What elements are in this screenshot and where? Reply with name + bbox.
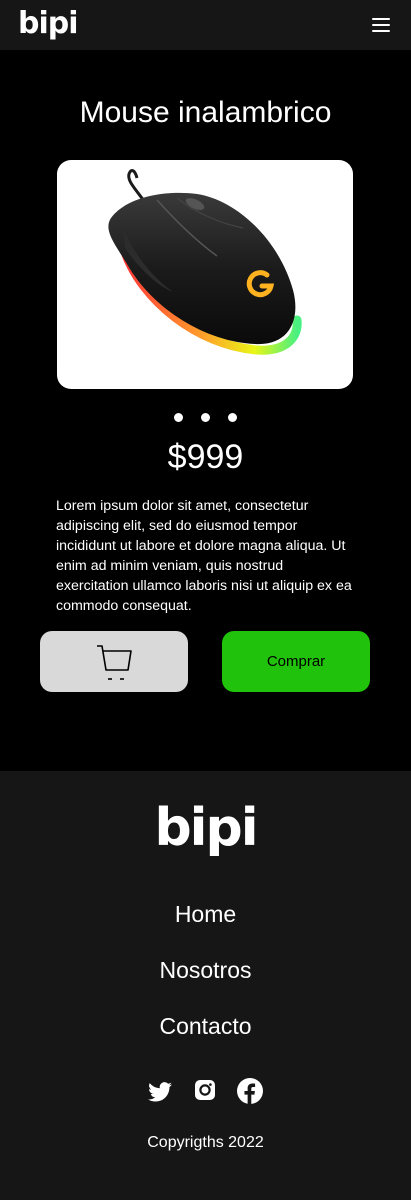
buy-button[interactable]: Comprar (222, 631, 370, 692)
footer-link-nosotros[interactable]: Nosotros (0, 955, 411, 985)
product-description: Lorem ipsum dolor sit amet, consectetur … (56, 498, 352, 614)
carousel-dot[interactable] (174, 413, 183, 422)
instagram-icon[interactable] (193, 1078, 219, 1104)
footer-link-home[interactable]: Home (0, 899, 411, 929)
product-title: Mouse inalambrico (79, 96, 332, 129)
add-to-cart-button[interactable] (40, 631, 188, 692)
facebook-icon[interactable] (237, 1078, 263, 1104)
gaming-mouse-image (108, 169, 302, 355)
footer-logo: bipi (154, 798, 258, 858)
product-price: $999 (167, 438, 244, 476)
footer: bipi Home Nosotros Contacto Copyrigths 2… (0, 771, 411, 1200)
carousel-dot[interactable] (228, 413, 237, 422)
image-carousel-dots (0, 413, 411, 422)
twitter-icon[interactable] (147, 1079, 173, 1105)
top-nav-bar: bipi (0, 0, 411, 50)
hamburger-menu-icon[interactable] (371, 15, 391, 35)
product-image (57, 160, 353, 389)
shopping-cart-icon (97, 645, 132, 680)
brand-logo[interactable]: bipi (18, 6, 79, 42)
carousel-dot[interactable] (201, 413, 210, 422)
copyright-text: Copyrigths 2022 (147, 1134, 264, 1151)
footer-link-contacto[interactable]: Contacto (0, 1011, 411, 1041)
